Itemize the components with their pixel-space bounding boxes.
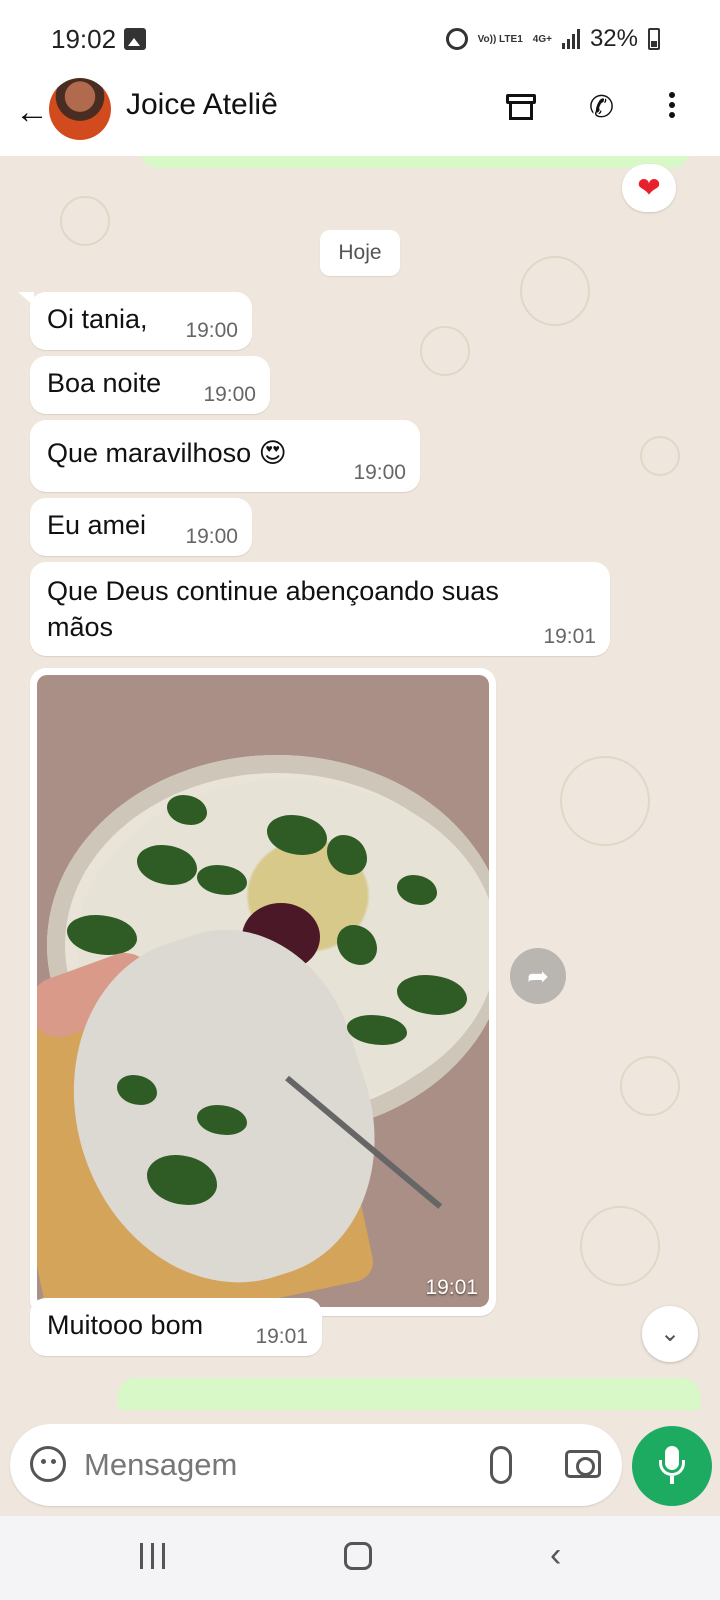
message-input[interactable]	[84, 1438, 464, 1492]
back-nav-icon[interactable]: ‹	[550, 1538, 561, 1572]
message-text-line-2: mãos	[47, 612, 114, 642]
battery-icon	[648, 28, 660, 50]
date-separator: Hoje	[320, 230, 400, 276]
message-text-line-1: Que Deus continue abençoando suas	[47, 576, 499, 606]
add-call-icon[interactable]: ✆	[589, 88, 629, 128]
message-bubble[interactable]: Oi tania, 19:00	[18, 292, 252, 350]
system-navigation-bar: ‹	[0, 1516, 720, 1600]
message-bubble[interactable]: Eu amei 19:00	[30, 498, 252, 556]
scroll-to-bottom-icon[interactable]: ⌄	[642, 1306, 698, 1362]
message-composer	[10, 1424, 622, 1506]
volte-indicator: Vo)) LTE1	[477, 33, 523, 45]
message-text: Muitooo bom	[47, 1310, 204, 1340]
network-type-indicator: 4G+	[532, 33, 552, 45]
gallery-notification-icon	[124, 28, 146, 50]
more-options-icon[interactable]	[662, 88, 682, 128]
sent-message-partial[interactable]	[140, 156, 690, 168]
message-bubble[interactable]: Que Deus continue abençoando suas mãos 1…	[30, 562, 610, 656]
message-bubble[interactable]: Muitooo bom 19:01	[30, 1298, 322, 1356]
message-time: 19:00	[185, 319, 238, 342]
status-bar: 19:02 Vo)) LTE1 4G+ 32%	[0, 0, 720, 78]
message-bubble[interactable]: Boa noite 19:00	[30, 356, 270, 414]
message-time: 19:00	[185, 525, 238, 548]
forward-icon[interactable]: ➦	[510, 948, 566, 1004]
image-time: 19:01	[425, 1276, 478, 1299]
message-bubble[interactable]: Que maravilhoso 😍 19:00	[30, 420, 420, 492]
status-indicators: Vo)) LTE1 4G+ 32%	[445, 24, 660, 54]
message-text: Boa noite	[47, 368, 162, 398]
signal-icon	[561, 29, 580, 49]
status-time: 19:02	[51, 24, 117, 54]
chat-area[interactable]: ❤ Hoje Oi tania, 19:00 Boa noite 19:00 Q…	[0, 156, 720, 1410]
home-icon[interactable]	[344, 1542, 372, 1570]
message-text: Eu amei	[47, 510, 147, 540]
message-text: Oi tania,	[47, 304, 148, 334]
message-time: 19:00	[203, 383, 256, 406]
battery-percent: 32%	[589, 25, 638, 52]
chat-header: ← Joice Ateliê ✆	[0, 78, 720, 156]
recent-apps-icon[interactable]	[140, 1543, 170, 1571]
message-time: 19:00	[353, 461, 406, 484]
attach-icon[interactable]	[490, 1446, 512, 1484]
heart-reaction[interactable]: ❤	[622, 164, 676, 212]
message-time: 19:01	[255, 1325, 308, 1348]
voice-message-button[interactable]	[632, 1426, 712, 1506]
back-arrow-icon[interactable]: ←	[12, 92, 52, 132]
contact-avatar[interactable]	[49, 78, 111, 140]
alarm-icon	[445, 28, 468, 50]
camera-icon[interactable]	[565, 1450, 601, 1478]
image-message[interactable]: 19:01	[30, 668, 496, 1316]
business-catalog-icon[interactable]	[503, 88, 543, 128]
message-time: 19:01	[543, 625, 596, 648]
contact-name[interactable]: Joice Ateliê	[126, 88, 278, 122]
food-photo[interactable]	[37, 675, 489, 1307]
message-text: Que maravilhoso 😍	[47, 438, 287, 468]
sent-message-partial[interactable]	[118, 1378, 700, 1410]
emoji-sticker-icon[interactable]	[30, 1446, 66, 1482]
